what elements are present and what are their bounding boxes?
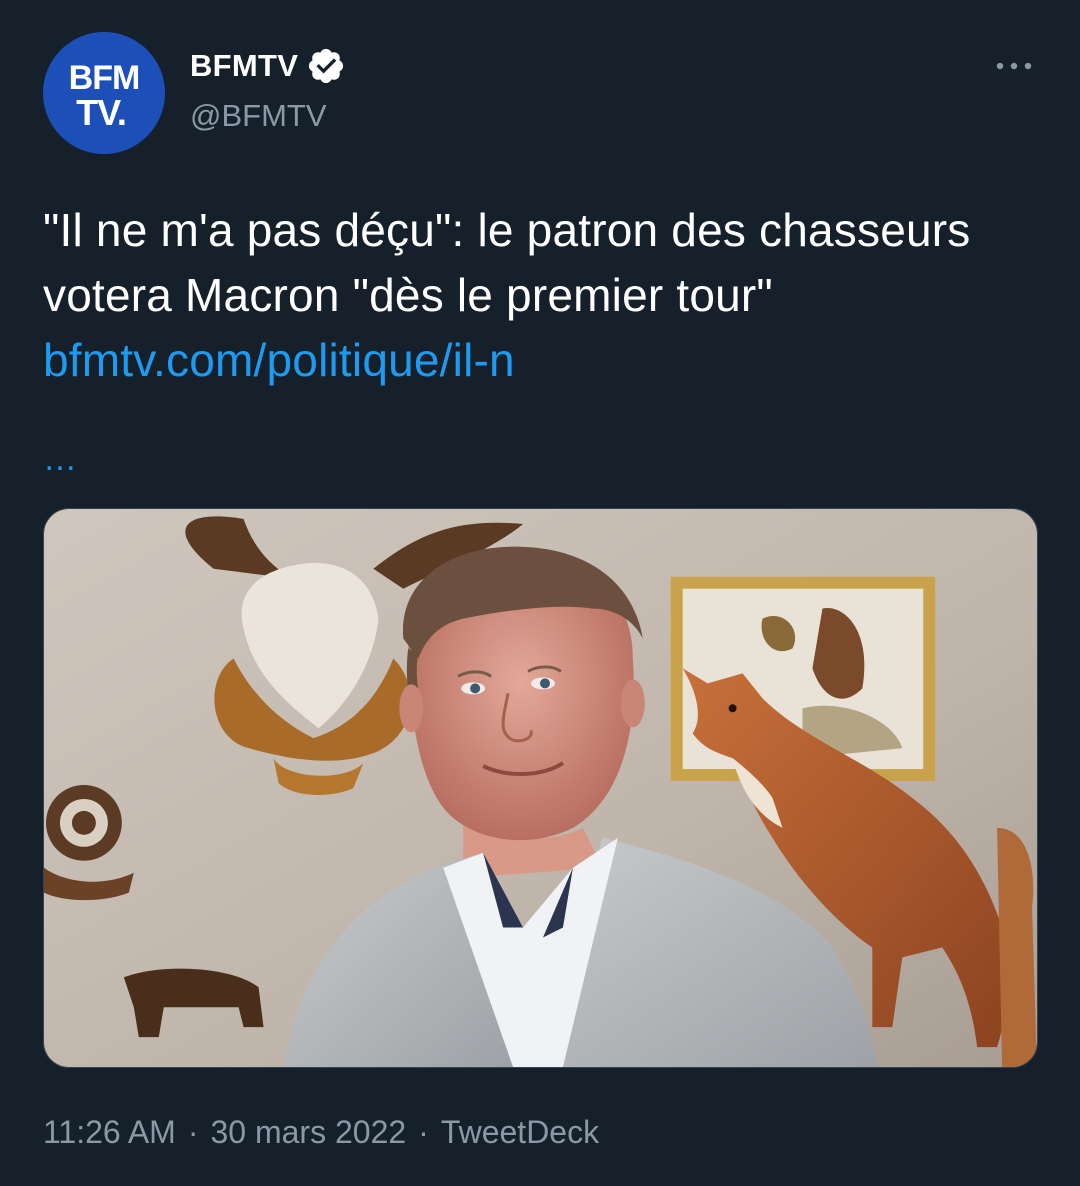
tweet-date[interactable]: 30 mars 2022	[210, 1114, 406, 1150]
meta-separator: ·	[187, 1114, 199, 1150]
photo-man-with-hunting-trophies	[44, 509, 1037, 1067]
tweet-link[interactable]: bfmtv.com/politique/il-n	[43, 334, 515, 386]
verified-badge-icon	[309, 48, 344, 84]
tweet-time[interactable]: 11:26 AM	[43, 1114, 176, 1150]
avatar[interactable]: BFM TV.	[43, 32, 165, 154]
author-handle[interactable]: @BFMTV	[190, 98, 327, 134]
more-horizontal-icon[interactable]	[990, 48, 1038, 84]
svg-text:TV.: TV.	[76, 92, 126, 133]
tweet-body: "Il ne m'a pas déçu": le patron des chas…	[43, 204, 971, 321]
author-display-name[interactable]: BFMTV	[190, 48, 298, 84]
tweet-meta: 11:26 AM · 30 mars 2022 · TweetDeck	[43, 1114, 599, 1151]
tweet-source[interactable]: TweetDeck	[441, 1114, 599, 1150]
tweet-text: "Il ne m'a pas déçu": le patron des chas…	[43, 198, 1043, 393]
meta-separator: ·	[418, 1114, 429, 1150]
bfmtv-logo: BFM TV.	[43, 32, 165, 154]
tweet: BFM TV. BFMTV @BFMTV "Il ne m'a pas déçu…	[0, 0, 1080, 1186]
tweet-media-photo[interactable]	[43, 508, 1038, 1068]
link-ellipsis[interactable]: …	[43, 440, 79, 479]
author-name-row: BFMTV	[190, 46, 346, 86]
